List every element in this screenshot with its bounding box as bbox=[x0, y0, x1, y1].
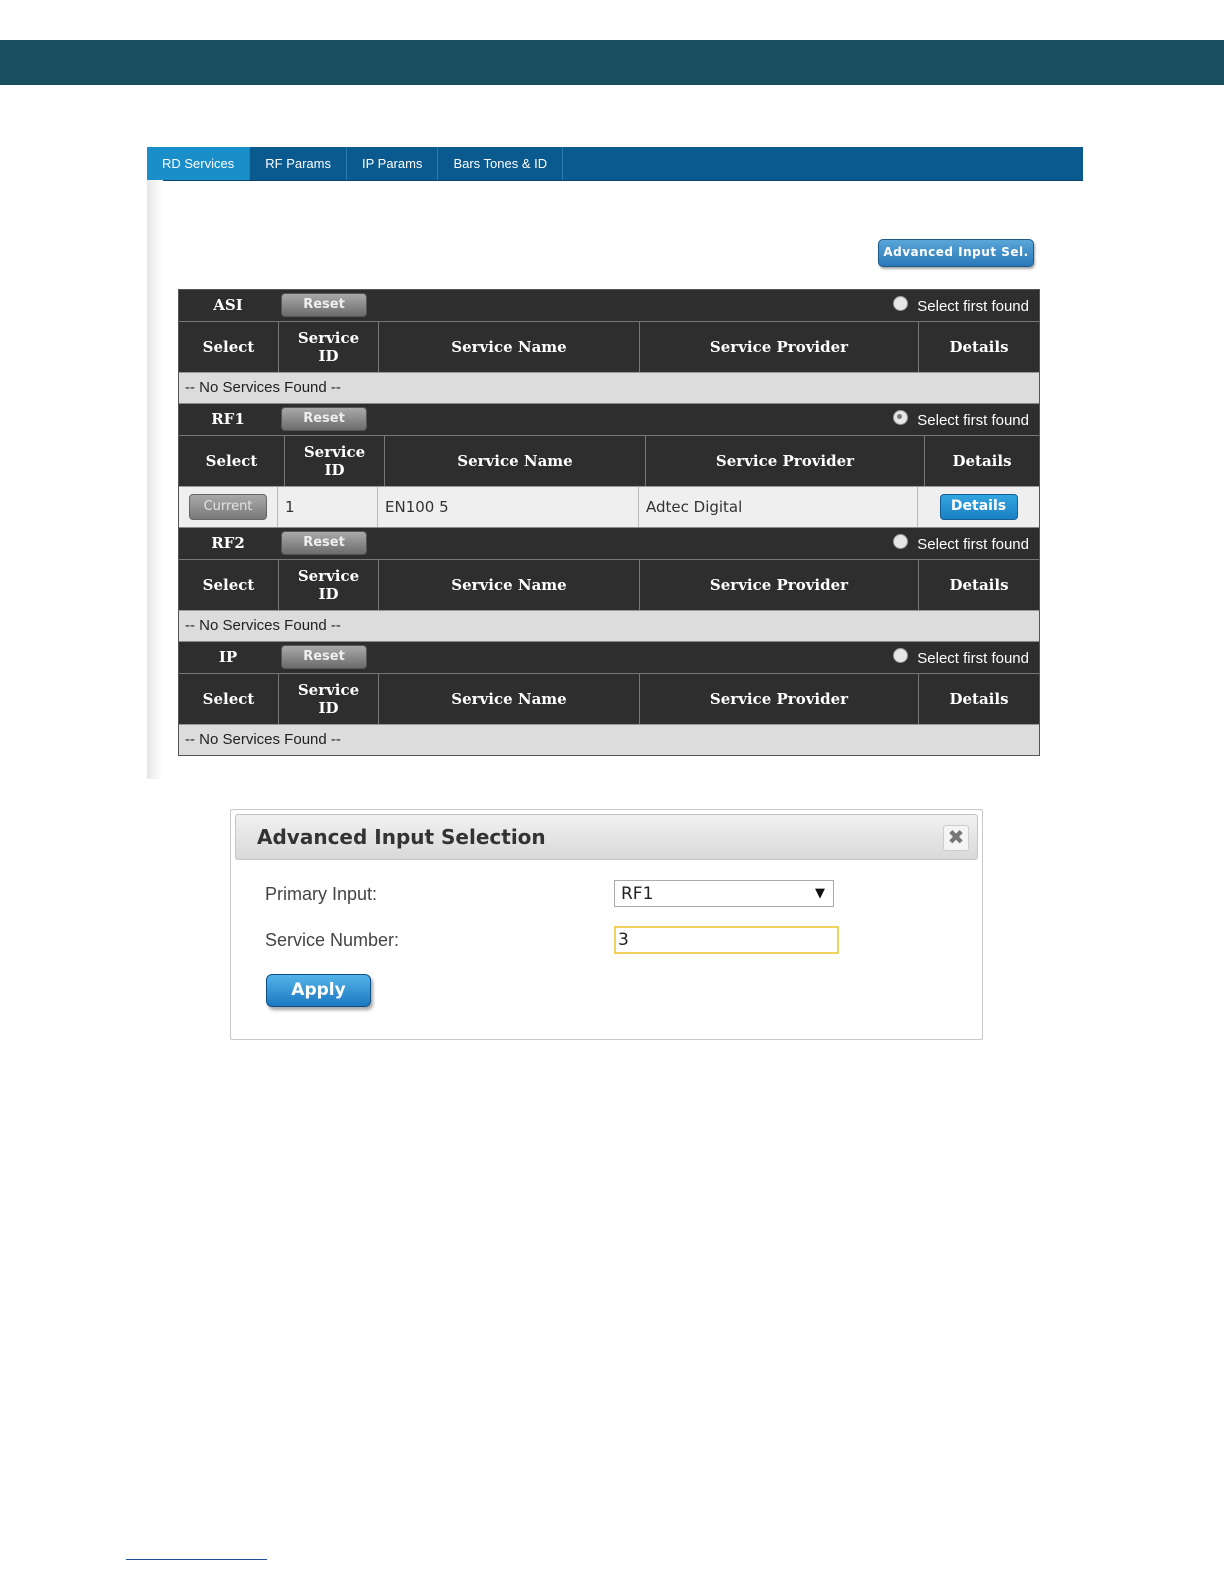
service-number-label: Service Number: bbox=[265, 930, 400, 950]
section-header-asi: ASI Reset Select first found bbox=[179, 290, 1039, 322]
primary-input-label: Primary Input: bbox=[265, 884, 378, 904]
col-service-name: Service Name bbox=[379, 674, 640, 724]
col-service-provider: Service Provider bbox=[646, 436, 925, 486]
col-select: Select bbox=[179, 560, 279, 610]
col-service-id-line1: Service bbox=[303, 443, 366, 461]
cell-service-provider: Adtec Digital bbox=[639, 487, 918, 527]
dialog-title-bar: Advanced Input Selection ✖ bbox=[235, 814, 978, 860]
section-header-rf1: RF1 Reset Select first found bbox=[179, 404, 1039, 436]
column-headers-rf1: Select Service ID Service Name Service Pr… bbox=[179, 436, 1039, 487]
col-service-id-line1: Service bbox=[297, 329, 360, 347]
col-details: Details bbox=[952, 452, 1012, 470]
col-service-id: Service ID bbox=[279, 560, 379, 610]
select-first-found-ip[interactable]: Select first found bbox=[893, 642, 1029, 675]
details-button[interactable]: Details bbox=[939, 494, 1018, 520]
select-first-found-label: Select first found bbox=[917, 536, 1029, 553]
empty-row-ip: -- No Services Found -- bbox=[179, 725, 1039, 755]
col-service-id-line2: ID bbox=[318, 699, 339, 717]
col-details: Details bbox=[949, 690, 1009, 708]
radio-icon[interactable] bbox=[893, 410, 909, 425]
col-details: Details bbox=[949, 576, 1009, 594]
col-service-name: Service Name bbox=[379, 560, 640, 610]
services-table: ASI Reset Select first found Select Serv… bbox=[178, 289, 1040, 756]
select-first-found-rf1[interactable]: Select first found bbox=[893, 404, 1029, 437]
col-service-id-line2: ID bbox=[324, 461, 345, 479]
reset-button-rf1[interactable]: Reset bbox=[281, 407, 367, 431]
col-select: Select bbox=[179, 436, 285, 486]
col-service-provider: Service Provider bbox=[640, 560, 919, 610]
cell-service-name: EN100 5 bbox=[378, 487, 639, 527]
cell-select: Current bbox=[179, 487, 278, 527]
col-select: Select bbox=[179, 674, 279, 724]
cell-details: Details bbox=[918, 487, 1039, 527]
radio-icon[interactable] bbox=[893, 648, 909, 663]
col-service-id-line2: ID bbox=[318, 347, 339, 365]
section-name: ASI bbox=[213, 296, 243, 314]
select-first-found-label: Select first found bbox=[917, 650, 1029, 667]
column-headers-ip: Select Service ID Service Name Service Pr… bbox=[179, 674, 1039, 725]
section-name: RF2 bbox=[211, 534, 245, 552]
apply-button[interactable]: Apply bbox=[266, 974, 371, 1007]
col-service-provider: Service Provider bbox=[640, 322, 919, 372]
select-first-found-label: Select first found bbox=[917, 298, 1029, 315]
col-service-id: Service ID bbox=[279, 674, 379, 724]
reset-button-asi[interactable]: Reset bbox=[281, 293, 367, 317]
primary-input-value: RF1 bbox=[621, 884, 654, 904]
col-select: Select bbox=[179, 322, 279, 372]
rd-services-panel: RD Services RF Params IP Params Bars Ton… bbox=[147, 147, 1083, 779]
current-button[interactable]: Current bbox=[189, 494, 267, 520]
tab-rd-services[interactable]: RD Services bbox=[147, 147, 251, 180]
empty-row-asi: -- No Services Found -- bbox=[179, 373, 1039, 404]
table-row: Current 1 EN100 5 Adtec Digital Details bbox=[179, 487, 1039, 528]
select-first-found-rf2[interactable]: Select first found bbox=[893, 528, 1029, 561]
empty-row-rf2: -- No Services Found -- bbox=[179, 611, 1039, 642]
col-service-name: Service Name bbox=[379, 322, 640, 372]
col-service-provider: Service Provider bbox=[640, 674, 919, 724]
footer-link-underline bbox=[126, 1559, 267, 1560]
col-service-name: Service Name bbox=[385, 436, 646, 486]
col-service-id: Service ID bbox=[285, 436, 385, 486]
column-headers-rf2: Select Service ID Service Name Service Pr… bbox=[179, 560, 1039, 611]
col-service-id: Service ID bbox=[279, 322, 379, 372]
tab-bar: RD Services RF Params IP Params Bars Ton… bbox=[147, 147, 1083, 181]
col-details: Details bbox=[949, 338, 1009, 356]
primary-input-select[interactable]: RF1 ▼ bbox=[614, 880, 834, 907]
dialog-title: Advanced Input Selection bbox=[257, 825, 546, 849]
select-first-found-label: Select first found bbox=[917, 412, 1029, 429]
radio-icon[interactable] bbox=[893, 534, 909, 549]
close-icon[interactable]: ✖ bbox=[943, 825, 969, 851]
advanced-input-sel-button[interactable]: Advanced Input Sel. bbox=[878, 239, 1034, 267]
section-name: RF1 bbox=[211, 410, 245, 428]
section-header-ip: IP Reset Select first found bbox=[179, 642, 1039, 674]
tab-bars-tones-id[interactable]: Bars Tones & ID bbox=[438, 147, 564, 180]
advanced-input-selection-dialog: Advanced Input Selection ✖ Primary Input… bbox=[230, 809, 983, 1040]
tab-rf-params[interactable]: RF Params bbox=[250, 147, 347, 180]
reset-button-ip[interactable]: Reset bbox=[281, 645, 367, 669]
reset-button-rf2[interactable]: Reset bbox=[281, 531, 367, 555]
col-service-id-line2: ID bbox=[318, 585, 339, 603]
top-banner bbox=[0, 40, 1224, 85]
section-header-rf2: RF2 Reset Select first found bbox=[179, 528, 1039, 560]
section-name: IP bbox=[218, 648, 238, 666]
cell-service-id: 1 bbox=[278, 487, 378, 527]
column-headers-asi: Select Service ID Service Name Service Pr… bbox=[179, 322, 1039, 373]
left-shade bbox=[147, 180, 163, 779]
service-number-input[interactable]: 3 bbox=[614, 926, 839, 954]
col-service-id-line1: Service bbox=[297, 567, 360, 585]
tab-ip-params[interactable]: IP Params bbox=[347, 147, 439, 180]
select-first-found-asi[interactable]: Select first found bbox=[893, 290, 1029, 323]
col-service-id-line1: Service bbox=[297, 681, 360, 699]
dropdown-arrow-icon: ▼ bbox=[815, 886, 825, 901]
radio-icon[interactable] bbox=[893, 296, 909, 311]
